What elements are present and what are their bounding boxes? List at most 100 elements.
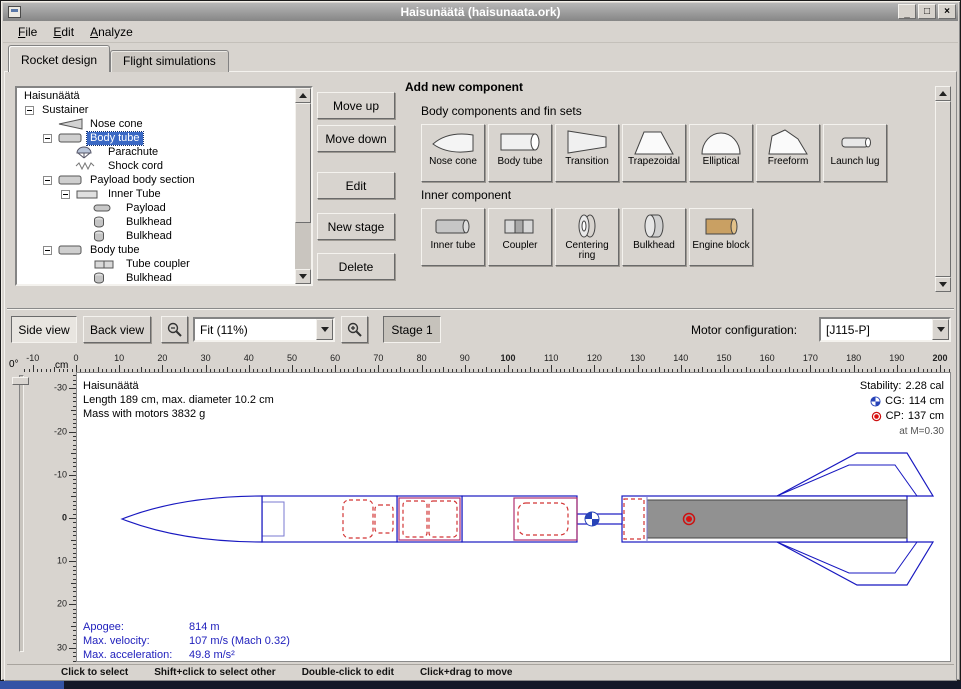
ruler-tick-label: 90 <box>460 353 470 363</box>
rocket-dimensions: Length 189 cm, max. diameter 10.2 cm <box>83 393 274 407</box>
tree-item-shock-cord[interactable]: Shock cord <box>17 159 295 173</box>
tree-item-bulkhead[interactable]: Bulkhead <box>17 229 295 243</box>
tab-flight-simulations[interactable]: Flight simulations <box>110 50 229 72</box>
maximize-icon: □ <box>924 7 930 17</box>
tree-item-label: Payload body section <box>87 174 198 187</box>
new-stage-button[interactable]: New stage <box>317 213 395 240</box>
tab-rocket-design[interactable]: Rocket design <box>8 45 110 72</box>
inner-tube-icon <box>430 210 476 241</box>
chevron-down-icon[interactable] <box>316 319 333 340</box>
palette-group-label: Body components and fin sets <box>421 104 933 118</box>
tree-item-haisun-t[interactable]: Haisunäätä <box>17 89 295 103</box>
palette-button-label: Engine block <box>692 241 749 251</box>
tree-item-label: Tube coupler <box>123 258 193 271</box>
zoom-select[interactable]: Fit (11%) <box>193 317 335 342</box>
ruler-tick-label: 150 <box>716 353 731 363</box>
motor-configuration-label: Motor configuration: <box>691 323 797 337</box>
motor-configuration-select[interactable]: [J115-P] <box>819 317 951 342</box>
stage-1-label: Stage 1 <box>391 323 432 337</box>
close-button[interactable]: × <box>938 4 956 19</box>
tree-item-payload-body-section[interactable]: Payload body section <box>17 173 295 187</box>
scroll-down-button[interactable] <box>935 277 951 292</box>
palette-inner-tube-button[interactable]: Inner tube <box>421 208 485 266</box>
rocket-fin-lower[interactable] <box>777 542 933 585</box>
tree-expander-icon[interactable] <box>43 246 57 255</box>
palette-nose-cone-button[interactable]: Nose cone <box>421 124 485 182</box>
tree-item-label: Haisunäätä <box>21 90 83 103</box>
tree-item-sustainer[interactable]: Sustainer <box>17 103 295 117</box>
palette-coupler-button[interactable]: Coupler <box>488 208 552 266</box>
ruler-tick-label: 190 <box>889 353 904 363</box>
move-up-button[interactable]: Move up <box>317 92 395 119</box>
tree-item-payload[interactable]: Payload <box>17 201 295 215</box>
tree-scrollbar[interactable] <box>295 88 311 284</box>
tree-item-label: Payload <box>123 202 169 215</box>
tree-item-parachute[interactable]: Parachute <box>17 145 295 159</box>
menu-edit[interactable]: Edit <box>45 23 82 41</box>
stage-1-toggle[interactable]: Stage 1 <box>383 316 441 343</box>
window-controls: _ □ × <box>898 4 956 19</box>
tree-item-inner-tube[interactable]: Inner Tube <box>17 187 295 201</box>
palette-engine-block-button[interactable]: Engine block <box>689 208 753 266</box>
palette-launch-lug-button[interactable]: Launch lug <box>823 124 887 182</box>
rocket-body-tube[interactable] <box>262 496 397 542</box>
tree-item-body-tube[interactable]: Body tube <box>17 131 295 145</box>
nose-cone-icon <box>430 126 476 157</box>
tree-item-body-tube[interactable]: Body tube <box>17 243 295 257</box>
zoom-out-button[interactable] <box>161 316 188 343</box>
chevron-down-icon[interactable] <box>932 319 949 340</box>
menu-file[interactable]: File <box>10 23 45 41</box>
maximize-button[interactable]: □ <box>918 4 936 19</box>
tree-expander-icon[interactable] <box>43 176 57 185</box>
titlebar[interactable]: Haisunäätä (haisunaata.ork) _ □ × <box>3 3 958 21</box>
scroll-up-button[interactable] <box>935 86 951 101</box>
rocket-payload-section[interactable] <box>462 496 577 542</box>
ruler-tick-label: 110 <box>544 353 558 363</box>
tree-item-label: Inner Tube <box>105 188 164 201</box>
tree-item-tube-coupler[interactable]: Tube coupler <box>17 257 295 271</box>
scroll-thumb[interactable] <box>295 103 311 223</box>
tree-expander-icon[interactable] <box>25 106 39 115</box>
arrow-down-icon <box>939 282 947 287</box>
rotation-slider[interactable] <box>19 375 24 652</box>
palette-scrollbar[interactable] <box>935 86 951 292</box>
tree-item-label: Bulkhead <box>123 272 175 285</box>
palette-button-label: Transition <box>565 157 609 167</box>
tree-expander-icon[interactable] <box>61 190 75 199</box>
palette-elliptical-button[interactable]: Elliptical <box>689 124 753 182</box>
ruler-tick-label: -10 <box>54 469 67 479</box>
edit-button[interactable]: Edit <box>317 172 395 199</box>
tree-item-bulkhead[interactable]: Bulkhead <box>17 215 295 229</box>
palette-freeform-button[interactable]: Freeform <box>756 124 820 182</box>
tree-item-bulkhead[interactable]: Bulkhead <box>17 271 295 284</box>
side-view-button[interactable]: Side view <box>11 316 77 343</box>
tree-item-nose-cone[interactable]: Nose cone <box>17 117 295 131</box>
cp-row: CP:137 cm <box>860 409 944 424</box>
rocket-fin-upper[interactable] <box>777 453 933 496</box>
palette-body-tube-button[interactable]: Body tube <box>488 124 552 182</box>
taskbar-item[interactable] <box>0 681 64 689</box>
scroll-up-button[interactable] <box>295 88 311 103</box>
scroll-down-button[interactable] <box>295 269 311 284</box>
tree-expander-icon[interactable] <box>43 134 57 143</box>
palette-centering-ring-button[interactable]: Centering ring <box>555 208 619 266</box>
palette-trapezoidal-button[interactable]: Trapezoidal <box>622 124 686 182</box>
back-view-button[interactable]: Back view <box>83 316 151 343</box>
palette-bulkhead-button[interactable]: Bulkhead <box>622 208 686 266</box>
delete-button[interactable]: Delete <box>317 253 395 280</box>
zoom-in-icon <box>346 321 363 338</box>
move-down-button[interactable]: Move down <box>317 125 395 152</box>
rocket-nose-cone[interactable] <box>122 496 262 542</box>
palette-transition-button[interactable]: Transition <box>555 124 619 182</box>
bodytube-icon <box>57 174 85 186</box>
scroll-thumb[interactable] <box>935 101 951 277</box>
rocket-canvas[interactable]: Haisunäätä Length 189 cm, max. diameter … <box>76 372 951 662</box>
minimize-button[interactable]: _ <box>898 4 916 19</box>
zoom-select-value: Fit (11%) <box>200 323 248 337</box>
menu-analyze[interactable]: Analyze <box>82 23 141 41</box>
zoom-in-button[interactable] <box>341 316 368 343</box>
rotation-slider-handle[interactable] <box>12 377 29 385</box>
engine-block-icon <box>698 210 744 241</box>
cg-icon <box>870 396 881 407</box>
ruler-tick-label: 180 <box>846 353 861 363</box>
